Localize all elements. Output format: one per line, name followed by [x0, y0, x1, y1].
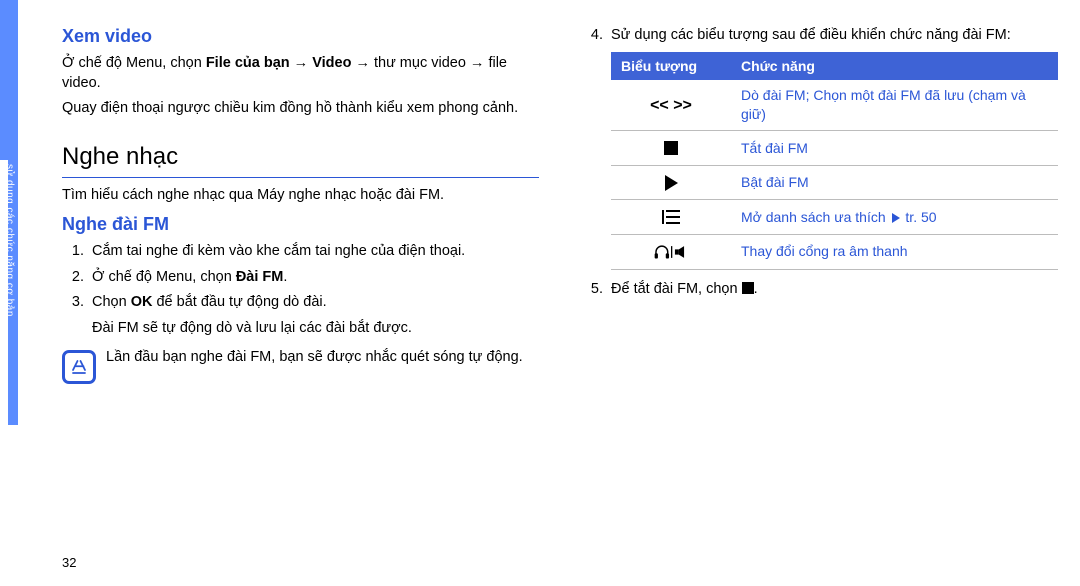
- music-intro: Tìm hiểu cách nghe nhạc qua Máy nghe nhạ…: [62, 186, 539, 206]
- list-item: Chọn OK để bắt đầu tự động dò đài. Đài F…: [88, 293, 539, 338]
- video-p1: Ở chế độ Menu, chọn File của bạn → Video…: [62, 54, 539, 93]
- stop-icon: [611, 131, 731, 166]
- side-label: sử dụng các chức năng cơ bản: [2, 160, 16, 424]
- seek-icon: << >>: [611, 80, 731, 130]
- table-row: Bật đài FM: [611, 165, 1058, 200]
- fm-steps-cont: Sử dụng các biểu tượng sau để điều khiển…: [581, 26, 1058, 299]
- func-play: Bật đài FM: [731, 165, 1058, 200]
- note-block: Lần đầu bạn nghe đài FM, bạn sẽ được nhắ…: [62, 348, 539, 384]
- play-icon: [611, 165, 731, 200]
- table-row: Thay đổi cổng ra âm thanh: [611, 235, 1058, 270]
- list-item: Để tắt đài FM, chọn .: [607, 280, 1058, 300]
- left-column: Xem video Ở chế độ Menu, chọn File của b…: [62, 20, 539, 586]
- bold-video: Video: [312, 55, 351, 71]
- func-stop: Tắt đài FM: [731, 131, 1058, 166]
- func-output: Thay đổi cổng ra âm thanh: [731, 235, 1058, 270]
- heading-xem-video: Xem video: [62, 24, 539, 48]
- table-row: << >> Dò đài FM; Chọn một đài FM đã lưu …: [611, 80, 1058, 130]
- text: →: [290, 55, 313, 71]
- right-column: Sử dụng các biểu tượng sau để điều khiển…: [581, 20, 1058, 586]
- text: Ở chế độ Menu, chọn: [62, 55, 206, 71]
- bold-dai-fm: Đài FM: [236, 269, 284, 285]
- text: Mở danh sách ưa thích: [741, 209, 890, 225]
- text: Sử dụng các biểu tượng sau để điều khiển…: [611, 27, 1011, 43]
- video-p2: Quay điện thoại ngược chiều kim đồng hồ …: [62, 99, 539, 119]
- side-tab-top: [0, 0, 18, 160]
- note-icon: [62, 350, 96, 384]
- columns: Xem video Ở chế độ Menu, chọn File của b…: [0, 0, 1080, 586]
- page-number: 32: [62, 554, 76, 572]
- table-row: Mở danh sách ưa thích tr. 50: [611, 200, 1058, 235]
- heading-nghe-nhac: Nghe nhạc: [62, 141, 539, 175]
- func-favorites: Mở danh sách ưa thích tr. 50: [731, 200, 1058, 235]
- text: Để tắt đài FM, chọn: [611, 281, 742, 297]
- text: .: [283, 269, 287, 285]
- fm-steps: Cắm tai nghe đi kèm vào khe cắm tai nghe…: [62, 242, 539, 338]
- text: Ở chế độ Menu, chọn: [92, 269, 236, 285]
- text: .: [754, 281, 758, 297]
- list-item-sub: Đài FM sẽ tự động dò và lưu lại các đài …: [92, 319, 539, 339]
- favorites-list-icon: [611, 200, 731, 235]
- th-func: Chức năng: [731, 52, 1058, 81]
- func-seek: Dò đài FM; Chọn một đài FM đã lưu (chạm …: [731, 80, 1058, 130]
- heading-rule: [62, 177, 539, 178]
- table-header-row: Biểu tượng Chức năng: [611, 52, 1058, 81]
- table-row: Tắt đài FM: [611, 131, 1058, 166]
- headphone-speaker-icon: [611, 235, 731, 270]
- text: Chọn: [92, 294, 131, 310]
- heading-nghe-dai-fm: Nghe đài FM: [62, 212, 539, 236]
- chevron-right-icon: [892, 213, 900, 223]
- icon-table: Biểu tượng Chức năng << >> Dò đài FM; Ch…: [611, 52, 1058, 270]
- note-text: Lần đầu bạn nghe đài FM, bạn sẽ được nhắ…: [106, 348, 539, 368]
- page-root: sử dụng các chức năng cơ bản Xem video Ở…: [0, 0, 1080, 586]
- stop-icon-inline: [742, 282, 754, 294]
- bold-file-cua-ban: File của bạn: [206, 55, 290, 71]
- list-item: Cắm tai nghe đi kèm vào khe cắm tai nghe…: [88, 242, 539, 262]
- list-item: Ở chế độ Menu, chọn Đài FM.: [88, 268, 539, 288]
- text: tr. 50: [902, 209, 937, 225]
- bold-ok: OK: [131, 294, 153, 310]
- list-item: Sử dụng các biểu tượng sau để điều khiển…: [607, 26, 1058, 270]
- th-icon: Biểu tượng: [611, 52, 731, 81]
- text: để bắt đầu tự động dò đài.: [152, 294, 326, 310]
